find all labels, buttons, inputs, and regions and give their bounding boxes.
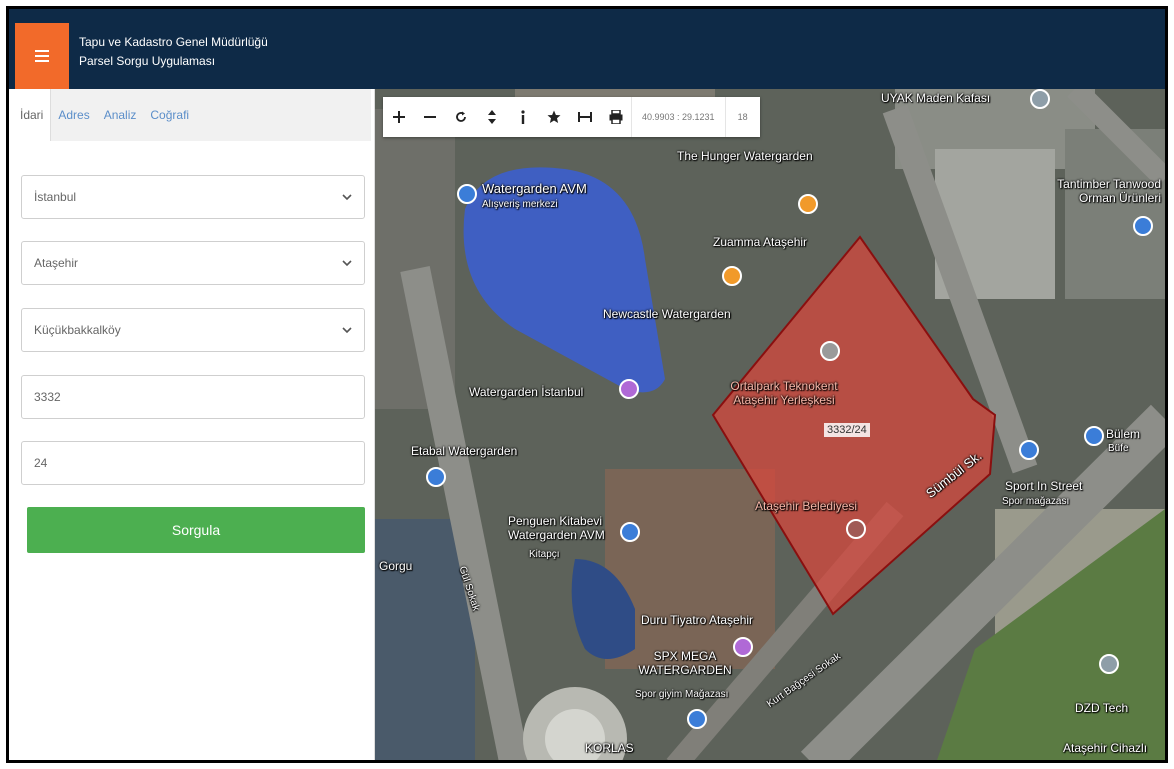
landmark-pin-icon[interactable] [820, 341, 840, 361]
app-window: Tapu ve Kadastro Genel Müdürlüğü Parsel … [6, 6, 1168, 763]
header-bar: Tapu ve Kadastro Genel Müdürlüğü Parsel … [9, 9, 1165, 89]
zoom-in-button[interactable] [383, 97, 414, 137]
tab-idari[interactable]: İdari [13, 89, 52, 141]
map-toolbar: 40.9903 : 29.1231 18 [383, 97, 760, 137]
kiosk-pin-icon[interactable] [1084, 426, 1104, 446]
map-label: Sport In Street [1005, 479, 1083, 493]
map-label: Gorgu [379, 559, 413, 573]
sport-store-pin-icon[interactable] [687, 709, 707, 729]
app-title-line2: Parsel Sorgu Uygulaması [79, 54, 216, 68]
map-label: SPX MEGA WATERGARDEN [638, 649, 732, 677]
neighborhood-select[interactable]: Küçükbakkalköy [21, 308, 365, 352]
tab-cografi[interactable]: Coğrafi [143, 89, 196, 141]
tech-pin-icon[interactable] [1099, 654, 1119, 674]
move-arrows-icon [487, 110, 496, 124]
tab-bar: İdari Adres Analiz Coğrafi [13, 89, 371, 141]
shopping-pin-icon[interactable] [457, 184, 477, 204]
sport-shop-pin-icon[interactable] [1019, 440, 1039, 460]
timber-pin-icon[interactable] [1133, 216, 1153, 236]
favorite-button[interactable] [538, 97, 569, 137]
map-view[interactable]: 40.9903 : 29.1231 18 3332/24 UYAK Maden … [375, 89, 1165, 760]
info-button[interactable] [507, 97, 538, 137]
neighborhood-value: Küçükbakkalköy [34, 323, 121, 337]
map-label: Büfe [1108, 443, 1129, 454]
map-label: Bülem [1106, 427, 1141, 441]
star-icon [547, 110, 560, 123]
chevron-down-icon [342, 260, 352, 267]
bookstore-pin-icon[interactable] [620, 522, 640, 542]
zoom-out-button[interactable] [414, 97, 445, 137]
plus-icon [392, 111, 405, 123]
map-label: Spor giyim Mağazası [635, 689, 729, 700]
info-icon [520, 110, 525, 124]
chevron-down-icon [342, 194, 352, 201]
restaurant-pin-icon[interactable] [798, 194, 818, 214]
parcel-number-label: 3332/24 [824, 423, 870, 437]
map-label: Duru Tiyatro Ataşehir [641, 613, 754, 627]
district-select[interactable]: Ataşehir [21, 241, 365, 285]
map-label: Spor mağazası [1002, 496, 1070, 507]
map-label: DZD Tech [1075, 701, 1129, 715]
parcel-input[interactable]: 24 [21, 441, 365, 485]
hamburger-menu-button[interactable] [15, 23, 69, 89]
venue-pin-icon[interactable] [619, 379, 639, 399]
tab-adres[interactable]: Adres [51, 89, 96, 141]
chevron-down-icon [342, 327, 352, 334]
print-button[interactable] [600, 97, 631, 137]
refresh-button[interactable] [445, 97, 476, 137]
map-label: Ataşehir Cihazlı [1063, 741, 1148, 755]
pan-button[interactable] [476, 97, 507, 137]
app-title: Tapu ve Kadastro Genel Müdürlüğü Parsel … [79, 33, 268, 71]
map-label: Ortalpark Teknokent Ataşehir Yerleşkesi [730, 379, 838, 407]
map-label: UYAK Maden Kafası [881, 91, 991, 105]
ruler-icon [577, 112, 592, 122]
province-value: İstanbul [34, 190, 77, 204]
map-label: Ataşehir Belediyesi [755, 499, 858, 513]
map-label: Penguen Kitabevi Watergarden AVM [508, 514, 605, 542]
block-value: 3332 [34, 390, 61, 404]
map-label: Etabal Watergarden [411, 444, 518, 458]
query-button[interactable]: Sorgula [27, 507, 365, 553]
food-pin-icon[interactable] [722, 266, 742, 286]
map-label: Newcastle Watergarden [603, 307, 731, 321]
district-value: Ataşehir [34, 256, 79, 270]
cafe-pin-icon[interactable] [1030, 89, 1050, 109]
refresh-icon [455, 111, 466, 122]
map-label: Tantimber Tanwood Orman Ürünleri [1057, 177, 1161, 205]
government-pin-icon[interactable] [846, 519, 866, 539]
tab-analiz[interactable]: Analiz [97, 89, 144, 141]
map-label: Kitapçı [529, 549, 560, 560]
app-title-line1: Tapu ve Kadastro Genel Müdürlüğü [79, 35, 268, 49]
coordinate-readout: 40.9903 : 29.1231 [631, 97, 725, 137]
map-label: Watergarden AVM [482, 181, 587, 196]
block-input[interactable]: 3332 [21, 375, 365, 419]
map-label: The Hunger Watergarden [677, 149, 813, 163]
zoom-level-readout: 18 [724, 97, 760, 137]
parcel-value: 24 [34, 456, 48, 470]
map-label: Zuamma Ataşehir [713, 235, 808, 249]
province-select[interactable]: İstanbul [21, 175, 365, 219]
measure-button[interactable] [569, 97, 600, 137]
map-label: Alışveriş merkezi [482, 199, 558, 210]
hamburger-icon [35, 50, 49, 62]
store-pin-icon[interactable] [426, 467, 446, 487]
map-label: Watergarden İstanbul [469, 385, 584, 399]
map-label: KORLAS [585, 741, 634, 755]
minus-icon [423, 116, 436, 118]
print-icon [609, 110, 622, 124]
sidebar: İdari Adres Analiz Coğrafi İstanbul Ataş… [9, 89, 375, 760]
